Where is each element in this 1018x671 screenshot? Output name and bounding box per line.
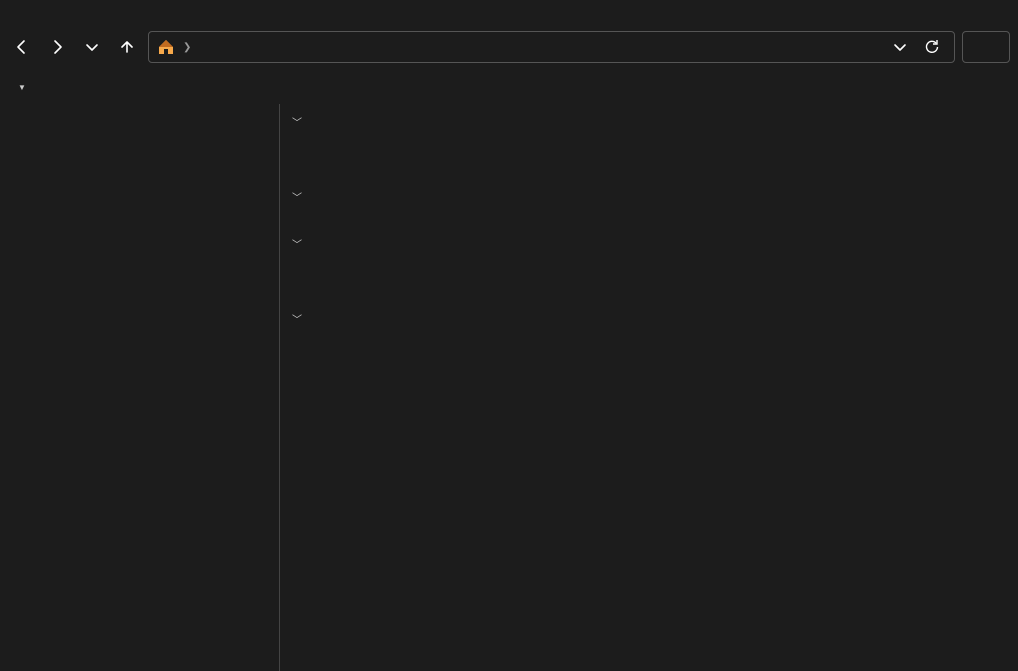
nav-tree[interactable] xyxy=(0,104,280,671)
address-bar[interactable]: ❯ xyxy=(148,31,955,63)
chevron-down-icon: ﹀ xyxy=(292,189,302,204)
refresh-button[interactable] xyxy=(918,33,946,61)
chevron-down-icon: ﹀ xyxy=(292,114,302,129)
organize-menu[interactable]: ▼ xyxy=(12,83,26,92)
favorites-empty-message xyxy=(288,261,1018,289)
nav-row: ❯ xyxy=(0,24,1018,70)
section-header-favorites[interactable]: ﹀ xyxy=(288,232,1018,261)
chevron-right-icon: ❯ xyxy=(183,42,191,53)
section-header-recent[interactable]: ﹀ xyxy=(288,307,1018,336)
content-pane: ﹀ ﹀ ﹀ ﹀ xyxy=(280,104,1018,671)
chevron-down-icon: ﹀ xyxy=(292,311,302,326)
up-button[interactable] xyxy=(113,33,141,61)
title-bar xyxy=(0,0,1018,24)
home-icon xyxy=(157,38,175,56)
address-history-button[interactable] xyxy=(886,33,914,61)
section-header-quick-access[interactable]: ﹀ xyxy=(288,185,1018,214)
chevron-down-icon: ﹀ xyxy=(292,236,302,251)
back-button[interactable] xyxy=(8,33,36,61)
search-input[interactable] xyxy=(962,31,1010,63)
caret-down-icon: ▼ xyxy=(18,83,26,92)
forward-button[interactable] xyxy=(43,33,71,61)
section-header-recommended[interactable]: ﹀ xyxy=(288,110,1018,139)
recent-locations-button[interactable] xyxy=(78,33,106,61)
recommended-empty-message xyxy=(288,139,1018,167)
toolbar: ▼ xyxy=(0,70,1018,104)
